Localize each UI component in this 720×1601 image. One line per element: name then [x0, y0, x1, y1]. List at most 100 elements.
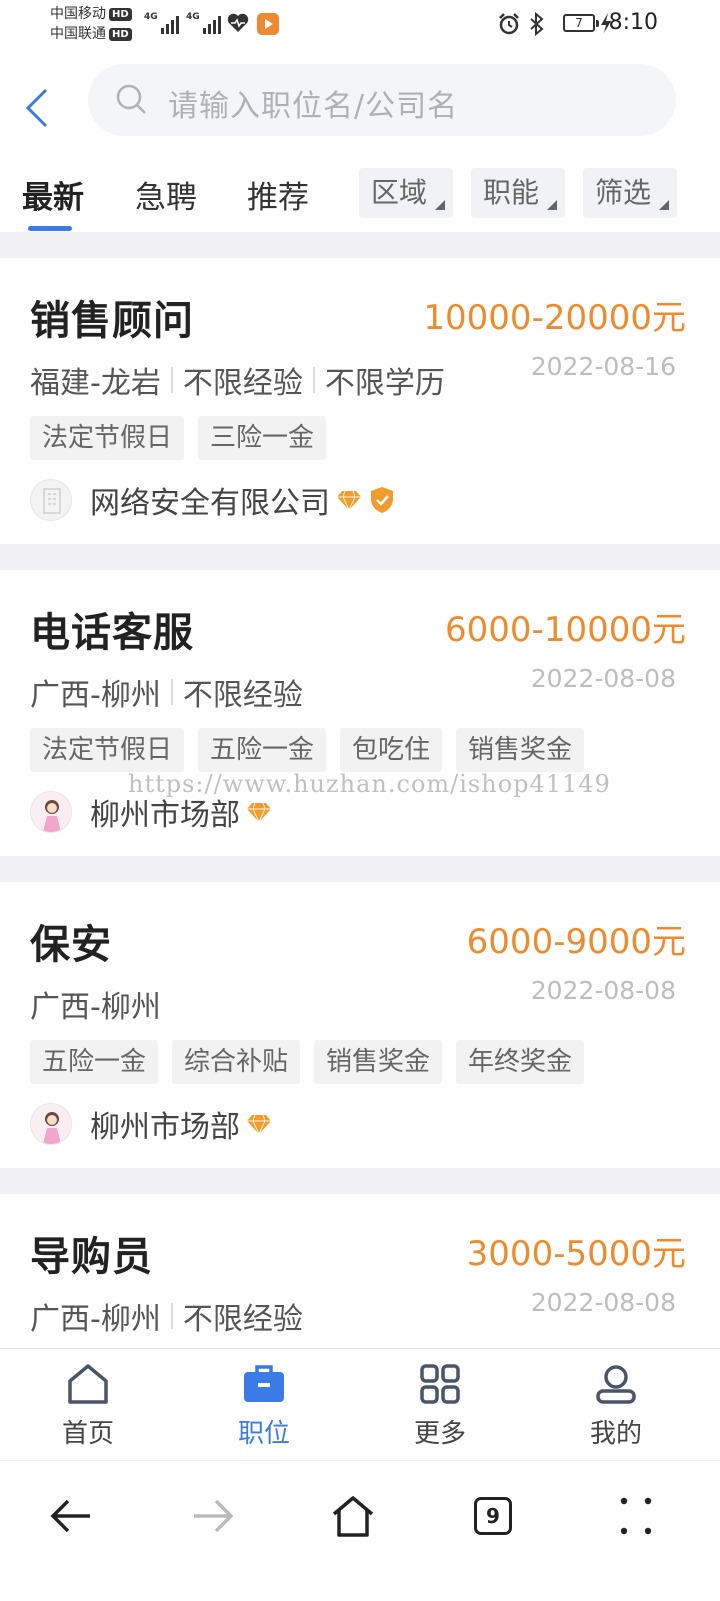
filter-region[interactable]: 区域 [359, 168, 453, 218]
job-date: 2022-08-16 [530, 352, 676, 381]
job-date: 2022-08-08 [530, 1288, 676, 1317]
job-list: 销售顾问 10000-20000元 福建-龙岩 不限经验 不限学历 2022-0… [0, 232, 720, 1480]
heart-rate-icon [227, 13, 249, 33]
job-salary: 10000-20000元 [423, 298, 686, 338]
job-experience: 不限经验 [182, 366, 303, 401]
job-tag: 综合补贴 [172, 1040, 301, 1084]
arrow-left-icon[interactable] [48, 1493, 94, 1539]
search-bar[interactable]: 请输入职位名/公司名 [88, 64, 676, 136]
job-date: 2022-08-08 [530, 976, 676, 1005]
job-tag: 年终奖金 [456, 1040, 585, 1084]
job-meta: 福建-龙岩 不限经验 不限学历 [30, 358, 445, 402]
dropdown-triangle-icon [659, 200, 669, 210]
job-location: 广西-柳州 [30, 678, 161, 713]
job-salary: 3000-5000元 [466, 1234, 686, 1274]
signal-icon: 4G [186, 12, 221, 34]
grid-icon [420, 1364, 460, 1404]
job-title: 导购员 [30, 1234, 153, 1280]
hd-badge: HD [109, 7, 132, 21]
tab-urgent[interactable]: 急聘 [135, 172, 197, 217]
filter-region-label: 区域 [371, 176, 428, 209]
company-logo [30, 479, 72, 521]
nav-jobs-label: 职位 [237, 1419, 290, 1449]
nav-jobs[interactable]: 职位 [204, 1363, 324, 1450]
filter-function[interactable]: 职能 [471, 168, 565, 218]
tab-recommended[interactable]: 推荐 [247, 172, 309, 217]
job-meta: 广西-柳州 不限经验 [30, 1294, 303, 1338]
filter-more[interactable]: 筛选 [583, 168, 677, 218]
job-date: 2022-08-08 [530, 664, 676, 693]
bottom-nav: 首页 职位 更多 我的 [0, 1348, 720, 1459]
nav-profile[interactable]: 我的 [556, 1363, 676, 1450]
job-tag: 五险一金 [198, 728, 327, 772]
divider [0, 856, 720, 882]
diamond-member-icon [247, 1114, 271, 1136]
chevron-left-icon [25, 88, 48, 128]
watermark: https://www.huzhan.com/ishop41149 [128, 770, 611, 798]
job-tag: 销售奖金 [456, 728, 585, 772]
job-card[interactable]: 销售顾问 10000-20000元 福建-龙岩 不限经验 不限学历 2022-0… [0, 258, 720, 544]
tab-indicator [28, 226, 72, 231]
hd-badge: HD [109, 27, 132, 41]
job-experience: 不限经验 [182, 678, 303, 713]
company-row[interactable]: 柳州市场部 [30, 1102, 272, 1146]
tab-latest[interactable]: 最新 [22, 172, 84, 217]
company-name: 网络安全有限公司 [90, 486, 330, 521]
nav-profile-label: 我的 [589, 1419, 642, 1449]
nav-more[interactable]: 更多 [380, 1363, 500, 1450]
job-tag: 销售奖金 [314, 1040, 443, 1084]
job-salary: 6000-10000元 [445, 610, 686, 650]
diamond-member-icon [337, 490, 361, 512]
bluetooth-icon [530, 12, 544, 36]
arrow-right-icon[interactable] [190, 1493, 236, 1539]
job-location: 广西-柳州 [30, 990, 161, 1025]
job-tags: 五险一金 综合补贴 销售奖金 年终奖金 [30, 1040, 585, 1084]
search-input[interactable]: 请输入职位名/公司名 [168, 81, 458, 125]
nav-home-label: 首页 [61, 1419, 114, 1449]
nav-more-label: 更多 [413, 1419, 466, 1449]
company-name: 柳州市场部 [90, 1110, 240, 1145]
job-tag: 五险一金 [30, 1040, 159, 1084]
more-dots-icon[interactable] [614, 1493, 660, 1539]
home-outline-icon[interactable] [330, 1493, 376, 1539]
dropdown-triangle-icon [435, 200, 445, 210]
job-meta: 广西-柳州 [30, 982, 161, 1026]
company-logo [30, 1103, 72, 1145]
girl-avatar-icon [31, 1104, 71, 1144]
job-tag: 法定节假日 [30, 416, 185, 460]
browser-tabs-button[interactable]: 9 [474, 1497, 512, 1535]
filter-function-label: 职能 [483, 176, 540, 209]
home-icon [68, 1364, 108, 1404]
battery-level: 7 [575, 16, 583, 30]
diamond-member-icon [247, 802, 271, 824]
job-title: 保安 [30, 922, 112, 968]
clock: 8:10 [608, 10, 658, 35]
network-type: 4G [186, 12, 200, 22]
job-meta: 广西-柳州 不限经验 [30, 670, 303, 714]
video-app-icon [257, 13, 279, 35]
carrier-1: 中国移动 [50, 6, 106, 22]
job-salary: 6000-9000元 [466, 922, 686, 962]
signal-icon: 4G [144, 12, 179, 34]
briefcase-icon [244, 1365, 284, 1402]
tab-bar: 最新 急聘 推荐 区域 职能 筛选 [0, 160, 720, 232]
dropdown-triangle-icon [547, 200, 557, 210]
company-row[interactable]: 网络安全有限公司 [30, 478, 396, 522]
status-bar: 中国移动 HD 中国联通 HD 4G 4G 7 8:10 [0, 0, 720, 50]
alarm-icon [499, 13, 519, 35]
girl-avatar-icon [31, 792, 71, 832]
divider [0, 1168, 720, 1194]
back-button[interactable] [20, 86, 60, 130]
job-location: 广西-柳州 [30, 1302, 161, 1337]
nav-home[interactable]: 首页 [28, 1363, 148, 1450]
divider [0, 232, 720, 258]
job-education: 不限学历 [324, 366, 445, 401]
job-card[interactable]: 保安 6000-9000元 广西-柳州 2022-08-08 五险一金 综合补贴… [0, 882, 720, 1168]
job-location: 福建-龙岩 [30, 366, 161, 401]
user-icon [596, 1365, 636, 1404]
verified-shield-icon [371, 487, 393, 513]
job-title: 电话客服 [30, 610, 194, 656]
job-card[interactable]: 电话客服 6000-10000元 广西-柳州 不限经验 2022-08-08 法… [0, 570, 720, 856]
tab-count: 9 [486, 1504, 500, 1528]
divider [0, 544, 720, 570]
